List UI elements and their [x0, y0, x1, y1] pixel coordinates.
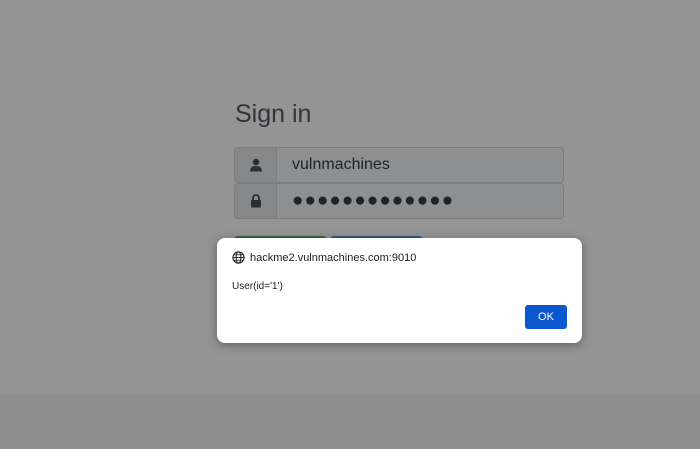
dialog-origin-text: hackme2.vulnmachines.com:9010 — [250, 251, 417, 264]
ok-button[interactable]: OK — [525, 305, 567, 329]
alert-dialog: hackme2.vulnmachines.com:9010 User(id='1… — [217, 238, 582, 343]
globe-icon — [232, 251, 250, 264]
dialog-origin: hackme2.vulnmachines.com:9010 — [232, 251, 416, 264]
modal-overlay — [0, 0, 700, 449]
dialog-message: User(id='1') — [232, 281, 283, 292]
